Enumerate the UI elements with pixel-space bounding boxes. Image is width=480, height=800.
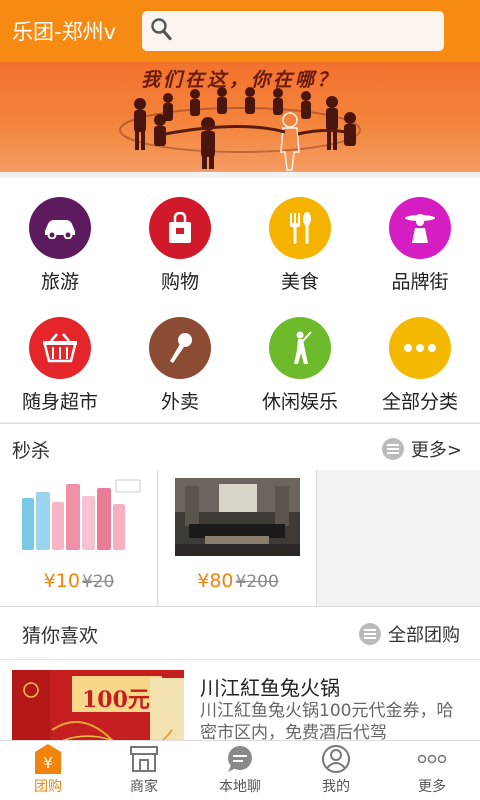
list-icon — [359, 623, 381, 645]
tab-label: 本地聊 — [219, 779, 261, 795]
tab-mine[interactable]: 我的 — [288, 741, 384, 800]
category-travel[interactable]: 旅游 — [0, 178, 120, 298]
all-deals-label: 全部团购 — [388, 625, 460, 646]
car-icon — [29, 197, 91, 259]
category-grid: 旅游 购物 美食 品牌街 随身超市 外卖 休闲娱乐 全部分类 — [0, 178, 480, 422]
category-takeout[interactable]: 外卖 — [120, 298, 240, 418]
cosmetics-product-image — [16, 478, 141, 556]
promo-banner[interactable]: 我们在这，你在哪？ — [0, 62, 480, 172]
flash-sale-title: 秒杀 — [12, 440, 51, 462]
category-leisure[interactable]: 休闲娱乐 — [240, 298, 360, 418]
deal-list-item[interactable]: 100元 川江紅鱼兔火锅 川江紅鱼兔火锅100元代金券，哈密市区内，免费酒后代驾 — [0, 660, 480, 740]
shopping-bag-icon — [149, 197, 211, 259]
all-deals-link[interactable]: 全部团购 — [359, 621, 460, 647]
recommend-title: 猜你喜欢 — [22, 625, 99, 647]
flash-sale-item[interactable]: ¥10 ¥20 — [0, 470, 158, 606]
category-label: 随身超市 — [21, 391, 98, 413]
app-root: 乐团-郑州v 我们在这，你在哪？ 旅游 购物 美食 品牌街 随身超市 外卖 休闲… — [0, 0, 480, 800]
original-price: ¥200 — [235, 572, 279, 592]
yen-tag-icon: ¥ — [32, 744, 64, 774]
more-icon — [416, 744, 448, 774]
store-icon — [128, 744, 160, 774]
top-bar: 乐团-郑州v — [0, 0, 480, 62]
flash-sale-more-label: 更多> — [410, 440, 462, 461]
bottom-nav: ¥ 团购 商家 本地聊 我的 更多 — [0, 740, 480, 800]
voucher-amount: 100元 — [82, 687, 150, 713]
category-brand-street[interactable]: 品牌街 — [360, 178, 480, 298]
tab-label: 商家 — [130, 779, 158, 795]
user-icon — [320, 744, 352, 774]
microphone-icon — [149, 317, 211, 379]
recommend-header: 猜你喜欢 全部团购 — [0, 606, 480, 660]
search-box[interactable] — [142, 11, 444, 51]
living-room-product-image — [175, 478, 300, 556]
chat-bubble-icon — [224, 744, 256, 774]
category-label: 休闲娱乐 — [261, 391, 338, 413]
golfer-icon — [269, 317, 331, 379]
category-label: 美食 — [280, 271, 319, 293]
category-food[interactable]: 美食 — [240, 178, 360, 298]
category-supermarket[interactable]: 随身超市 — [0, 298, 120, 418]
tab-more[interactable]: 更多 — [384, 741, 480, 800]
list-icon — [381, 438, 404, 460]
category-label: 全部分类 — [381, 391, 458, 413]
original-price: ¥20 — [81, 572, 115, 592]
fashion-figure-icon — [389, 197, 451, 259]
category-shopping[interactable]: 购物 — [120, 178, 240, 298]
search-input[interactable] — [178, 16, 418, 46]
fork-spoon-icon — [269, 197, 331, 259]
svg-text:¥: ¥ — [43, 754, 53, 772]
flash-sale-item[interactable]: ¥80 ¥200 — [159, 470, 317, 606]
tab-local-chat[interactable]: 本地聊 — [192, 741, 288, 800]
basket-icon — [29, 317, 91, 379]
category-label: 品牌街 — [391, 271, 449, 293]
city-selector[interactable]: 乐团-郑州v — [0, 16, 142, 46]
more-dots-icon — [389, 317, 451, 379]
tab-group-buy[interactable]: ¥ 团购 — [0, 741, 96, 800]
category-label: 购物 — [160, 271, 199, 293]
deal-thumbnail: 100元 — [12, 670, 184, 740]
deal-price: ¥10 ¥20 — [0, 570, 158, 592]
banner-slogan: 我们在这，你在哪？ — [140, 69, 339, 91]
tab-merchants[interactable]: 商家 — [96, 741, 192, 800]
sale-price: ¥80 — [197, 570, 234, 592]
deal-description: 川江紅鱼兔火锅100元代金券，哈密市区内，免费酒后代驾 — [200, 701, 454, 740]
tab-label: 我的 — [322, 779, 350, 795]
tab-label: 更多 — [418, 779, 446, 795]
flash-sale-header: 秒杀 更多> — [0, 423, 480, 471]
search-icon — [150, 17, 172, 45]
deal-price: ¥80 ¥200 — [159, 570, 317, 592]
sale-price: ¥10 — [43, 570, 80, 592]
category-label: 旅游 — [40, 271, 79, 293]
tab-label: 团购 — [34, 779, 62, 795]
deal-title: 川江紅鱼兔火锅 — [200, 676, 340, 700]
category-all[interactable]: 全部分类 — [360, 298, 480, 418]
category-label: 外卖 — [160, 391, 199, 413]
flash-sale-more-link[interactable]: 更多> — [381, 436, 462, 462]
flash-sale-list: ¥10 ¥20 ¥80 ¥200 — [0, 470, 480, 606]
